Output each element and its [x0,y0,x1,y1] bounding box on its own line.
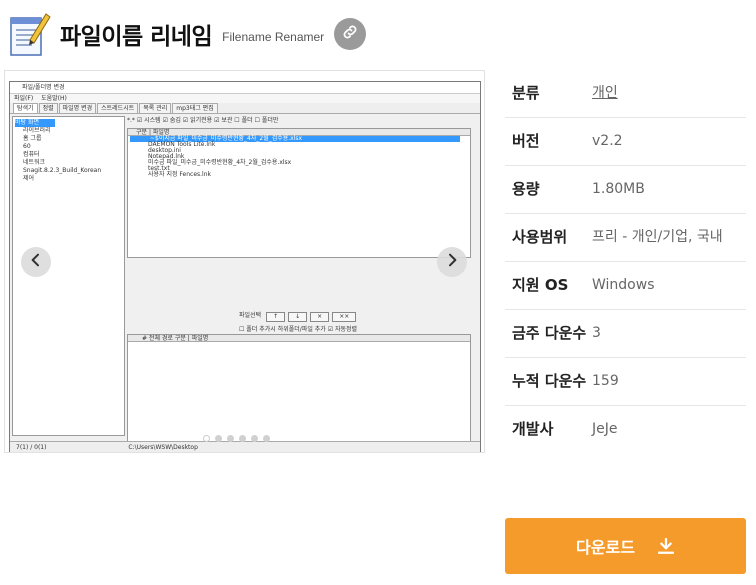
info-row-total-downloads: 누적 다운수 159 [505,358,746,406]
tab: 파일명 변경 [58,103,97,113]
info-row-version: 버전 v2.2 [505,118,746,166]
carousel-dot[interactable] [239,435,246,442]
carousel-dot[interactable] [227,435,234,442]
control-button: ×× [332,312,357,322]
tree-item: 바탕 화면 [15,119,55,127]
file-list: 구분 | 파일명 ~$이지금 파일_미수금_미수령반현황_4차_2월_검수용.x… [127,128,471,258]
info-label: 용량 [512,180,540,198]
tree-item: Snagit.8.2.3_Build_Korean [23,167,102,174]
download-label: 다운로드 [576,538,635,557]
menu-item: 파일(F) [14,95,34,102]
info-value: 159 [592,373,619,389]
tree-item: 네트워크 [23,159,46,166]
menu-bar: 파일(F) 도움말(H) [10,94,480,103]
link-chain-icon [341,23,359,45]
info-label: 지원 OS [512,276,569,294]
info-label: 개발사 [512,420,554,438]
control-label: 파일선택 [239,312,262,319]
chevron-right-icon [444,252,460,272]
tab: 스트레드시트 [97,103,139,113]
info-row-size: 용량 1.80MB [505,166,746,214]
info-row-category: 분류 개인 [505,70,746,118]
info-table: 분류 개인 버전 v2.2 용량 1.80MB 사용범위 프리 - 개인/기업,… [505,70,746,453]
tab: 탐색기 [13,103,38,113]
target-list-header: # 전체 경로 구분 | 파일명 [128,335,470,342]
file-pane: *.* ☑ 시스템 ☑ 숨김 ☑ 읽기전용 ☑ 보관 ☐ 폴더 ☐ 폴더만 구분… [127,116,479,452]
info-value: 1.80MB [592,181,645,197]
tree-item: 60 [23,143,31,150]
info-label: 사용범위 [512,228,568,246]
info-label: 누적 다운수 [512,372,587,390]
info-row-license: 사용범위 프리 - 개인/기업, 국내 [505,214,746,262]
control-button: ↑ [266,312,286,322]
category-link[interactable]: 개인 [592,81,746,105]
info-label: 분류 [512,84,540,102]
info-value: v2.2 [592,133,623,149]
info-value: 3 [592,325,601,341]
target-list: # 전체 경로 구분 | 파일명 [127,334,471,452]
selection-controls: 파일선택 ↑ ↓ × ×× [237,312,357,322]
tab-strip: 탐색기 정렬 파일명 변경 스트레드시트 목록 관리 mp3태그 편집 [10,103,480,114]
notepad-pencil-icon [8,10,52,58]
carousel-next-button[interactable] [437,247,467,277]
info-value: Windows [592,277,655,293]
screenshot-carousel[interactable]: 파일/폴더명 변경 파일(F) 도움말(H) 탐색기 정렬 파일명 변경 스트레… [4,70,485,453]
carousel-dot[interactable] [203,435,210,442]
info-value: JeJe [592,421,618,437]
copy-link-button[interactable] [334,18,367,50]
download-icon [657,537,675,555]
tree-item: 컴퓨터 [23,151,40,158]
page-title: 파일이름 리네임 [60,24,213,50]
status-path: C:\Users\WSW\Desktop [128,444,198,451]
control-button: × [310,312,330,322]
info-row-weekly-downloads: 금주 다운수 3 [505,310,746,358]
download-button[interactable]: 다운로드 [505,518,746,574]
tree-item: 라이브러리 [23,127,51,134]
page-subtitle: Filename Renamer [222,30,325,44]
program-screenshot: 파일/폴더명 변경 파일(F) 도움말(H) 탐색기 정렬 파일명 변경 스트레… [9,81,481,452]
tree-item: 제어 [23,175,35,182]
folder-tree: 바탕 화면 라이브러리 홈 그룹 60 컴퓨터 네트워크 Snagit.8.2.… [12,116,125,436]
info-row-developer: 개발사 JeJe [505,406,746,453]
carousel-dot[interactable] [263,435,270,442]
tab: 목록 관리 [139,103,172,113]
tab: mp3태그 편집 [172,103,218,113]
carousel-dots [203,435,270,442]
file-row: 사용자 지정 Fences.lnk [148,171,211,178]
chevron-left-icon [28,252,44,272]
status-bar: 7(1) / 0(1) C:\Users\WSW\Desktop [10,441,480,452]
info-label: 금주 다운수 [512,324,587,342]
carousel-dot[interactable] [251,435,258,442]
info-value: 프리 - 개인/기업, 국내 [592,229,723,245]
info-label: 버전 [512,132,540,150]
page-header: 파일이름 리네임 Filename Renamer [8,8,367,60]
carousel-dot[interactable] [215,435,222,442]
filter-options: *.* ☑ 시스템 ☑ 숨김 ☑ 읽기전용 ☑ 보관 ☐ 폴더 ☐ 폴더만 [127,117,279,124]
window-title: 파일/폴더명 변경 [10,82,480,94]
menu-item: 도움말(H) [41,95,67,102]
control-button: ↓ [288,312,308,322]
info-row-os: 지원 OS Windows [505,262,746,310]
tree-item: 홈 그룹 [23,135,42,142]
carousel-prev-button[interactable] [21,247,51,277]
status-count: 7(1) / 0(1) [16,444,47,451]
tab: 정렬 [38,103,58,113]
control-options: ☐ 폴더 추가시 하위폴더/파일 추가 ☑ 자동정렬 [239,326,358,333]
